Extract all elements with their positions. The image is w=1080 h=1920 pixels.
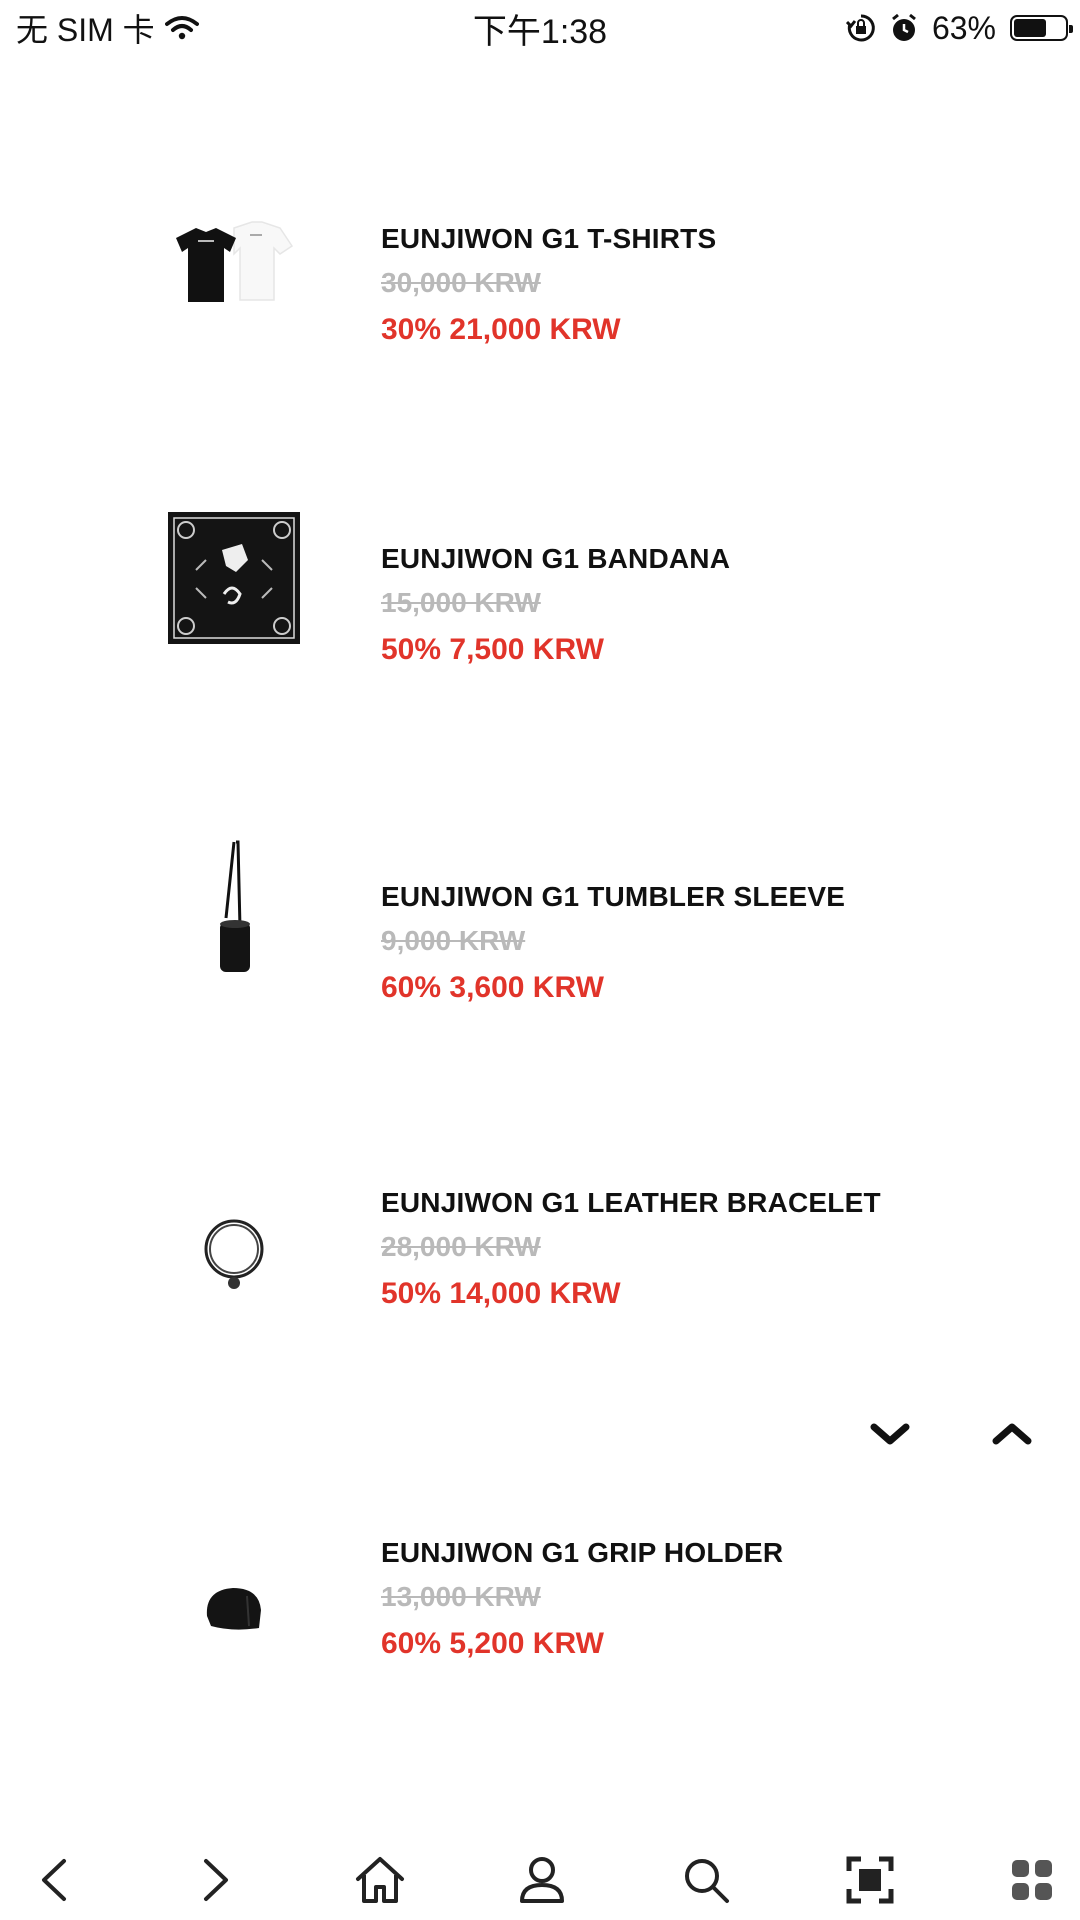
- battery-level-fill: [1014, 19, 1046, 37]
- sale-price: 30% 21,000 KRW: [381, 313, 621, 346]
- scan-button[interactable]: [830, 1840, 910, 1920]
- product-name[interactable]: EUNJIWON G1 GRIP HOLDER: [381, 1536, 783, 1570]
- product-row[interactable]: EUNJIWON G1 BANDANA 15,000 KRW 50% 7,500…: [0, 508, 1080, 808]
- sale-price: 50% 7,500 KRW: [381, 633, 604, 666]
- original-price: 28,000 KRW: [381, 1231, 541, 1262]
- account-icon: [520, 1857, 564, 1903]
- original-price: 13,000 KRW: [381, 1581, 541, 1612]
- product-name[interactable]: EUNJIWON G1 LEATHER BRACELET: [381, 1186, 881, 1220]
- sale-price: 50% 14,000 KRW: [381, 1277, 621, 1310]
- product-info: EUNJIWON G1 BANDANA 15,000 KRW 50% 7,500…: [381, 542, 730, 668]
- sale-price: 60% 3,600 KRW: [381, 971, 604, 1004]
- sale-price: 60% 5,200 KRW: [381, 1627, 604, 1660]
- product-image-leather-bracelet[interactable]: [164, 1186, 304, 1326]
- product-info: EUNJIWON G1 T-SHIRTS 30,000 KRW 30% 21,0…: [381, 222, 716, 348]
- status-bar: 无 SIM 卡 下午1:38 63%: [0, 0, 1080, 56]
- product-row[interactable]: EUNJIWON G1 TUMBLER SLEEVE 9,000 KRW 60%…: [0, 838, 1080, 1138]
- product-name[interactable]: EUNJIWON G1 BANDANA: [381, 542, 730, 576]
- product-row[interactable]: EUNJIWON G1 GRIP HOLDER 13,000 KRW 60% 5…: [0, 1536, 1080, 1836]
- product-info: EUNJIWON G1 LEATHER BRACELET 28,000 KRW …: [381, 1186, 881, 1312]
- product-image-bandana[interactable]: [164, 508, 304, 648]
- forward-button[interactable]: [176, 1840, 256, 1920]
- original-price: 30,000 KRW: [381, 267, 541, 298]
- bottom-toolbar: [0, 1840, 1080, 1920]
- battery-percent: 63%: [931, 9, 996, 46]
- grip-holder-image: [206, 1588, 261, 1630]
- scan-icon: [846, 1856, 894, 1904]
- product-name[interactable]: EUNJIWON G1 TUMBLER SLEEVE: [381, 880, 845, 914]
- product-image-tshirts[interactable]: [164, 188, 304, 328]
- tumbler-sleeve-image: [220, 840, 250, 972]
- back-button[interactable]: [14, 1840, 94, 1920]
- search-icon: [685, 1859, 729, 1903]
- battery-icon: [1010, 15, 1073, 41]
- status-right: 63%: [845, 0, 1073, 56]
- home-button[interactable]: [340, 1840, 420, 1920]
- tshirts-image: [176, 221, 294, 302]
- alarm-icon: [892, 13, 916, 41]
- leather-bracelet-image: [204, 1219, 264, 1289]
- product-image-grip-holder[interactable]: [164, 1536, 304, 1676]
- product-image-tumbler-sleeve[interactable]: [164, 838, 304, 978]
- apps-button[interactable]: [992, 1840, 1072, 1920]
- chevron-down-icon: [870, 1423, 910, 1445]
- original-price: 9,000 KRW: [381, 925, 526, 956]
- chevron-up-icon: [992, 1423, 1032, 1445]
- scroll-up-button[interactable]: [982, 1404, 1042, 1464]
- forward-icon: [204, 1859, 228, 1901]
- product-row[interactable]: EUNJIWON G1 T-SHIRTS 30,000 KRW 30% 21,0…: [0, 166, 1080, 466]
- product-info: EUNJIWON G1 TUMBLER SLEEVE 9,000 KRW 60%…: [381, 880, 845, 1006]
- account-button[interactable]: [502, 1840, 582, 1920]
- orientation-lock-icon: [845, 14, 875, 42]
- product-name[interactable]: EUNJIWON G1 T-SHIRTS: [381, 222, 716, 256]
- product-info: EUNJIWON G1 GRIP HOLDER 13,000 KRW 60% 5…: [381, 1536, 783, 1662]
- back-icon: [42, 1859, 66, 1901]
- search-button[interactable]: [666, 1840, 746, 1920]
- bandana-image: [168, 512, 300, 644]
- original-price: 15,000 KRW: [381, 587, 541, 618]
- home-icon: [356, 1857, 404, 1903]
- scroll-down-button[interactable]: [860, 1404, 920, 1464]
- apps-grid-icon: [1012, 1860, 1052, 1900]
